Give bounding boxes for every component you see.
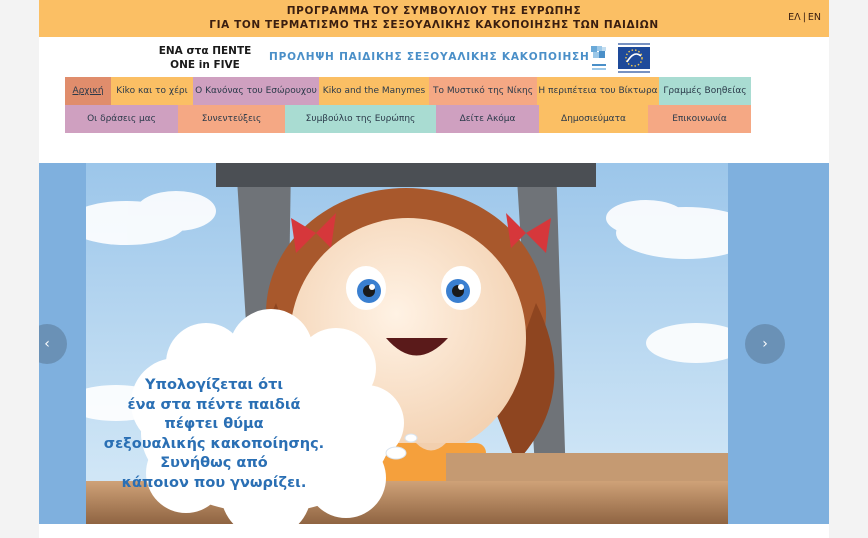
menu-item[interactable]: Αρχική bbox=[65, 77, 111, 105]
caption-line: Συνήθως από bbox=[160, 455, 268, 471]
top-banner: ΠΡΟΓΡΑΜΜΑ ΤΟΥ ΣΥΜΒΟΥΛΙΟΥ ΤΗΣ ΕΥΡΩΠΗΣ ΓΙΑ… bbox=[39, 0, 829, 37]
carousel-prev-button[interactable]: ‹ bbox=[39, 324, 67, 364]
lang-en-link[interactable]: EN bbox=[808, 12, 821, 23]
page: ΠΡΟΓΡΑΜΜΑ ΤΟΥ ΣΥΜΒΟΥΛΙΟΥ ΤΗΣ ΕΥΡΩΠΗΣ ΓΙΑ… bbox=[39, 0, 829, 538]
site-tagline: ΠΡΟΛΗΨΗ ΠΑΙΔΙΚΗΣ ΣΕΞΟΥΑΛΙΚΗΣ ΚΑΚΟΠΟΙΗΣΗΣ bbox=[269, 51, 598, 63]
menu-item[interactable]: Συνεντεύξεις bbox=[178, 105, 285, 133]
menu-item[interactable]: Kiko και το χέρι bbox=[111, 77, 193, 105]
menu-item[interactable]: Kiko and the Manymes bbox=[319, 77, 429, 105]
chevron-left-icon: ‹ bbox=[44, 336, 50, 352]
site-logo-text[interactable]: ΕΝΑ στα ΠΕΝΤΕ ONE in FIVE bbox=[155, 44, 255, 72]
lang-el-link[interactable]: ΕΛ bbox=[788, 12, 801, 23]
caption-line: κάποιον που γνωρίζει. bbox=[121, 474, 307, 491]
menu-item[interactable]: Οι δράσεις μας bbox=[65, 105, 178, 133]
chevron-right-icon: › bbox=[762, 336, 768, 352]
carousel-next-button[interactable]: › bbox=[745, 324, 785, 364]
council-of-europe-logo bbox=[614, 42, 654, 73]
menu-item[interactable]: Συμβούλιο της Ευρώπης bbox=[285, 105, 436, 133]
menu-item[interactable]: Δείτε Ακόμα bbox=[436, 105, 539, 133]
program-title-line2: ΓΙΑ ΤΟΝ ΤΕΡΜΑΤΙΣΜΟ ΤΗΣ ΣΕΞΟΥΑΛΙΚΗΣ ΚΑΚΟΠ… bbox=[209, 19, 659, 31]
menu-item[interactable]: Ο Κανόνας του Εσώρουχου bbox=[193, 77, 319, 105]
caption-line: πέφτει θύμα bbox=[164, 416, 264, 432]
one-in-five-campaign-logo bbox=[590, 45, 608, 70]
program-title-line1: ΠΡΟΓΡΑΜΜΑ ΤΟΥ ΣΥΜΒΟΥΛΙΟΥ ΤΗΣ ΕΥΡΩΠΗΣ bbox=[286, 5, 582, 17]
caption-line: Υπολογίζεται ότι bbox=[144, 377, 283, 393]
menu-item[interactable]: Γραμμές Βοηθείας bbox=[659, 77, 751, 105]
menu-item[interactable]: Δημοσιεύματα bbox=[539, 105, 648, 133]
hero-carousel: Υπολογίζεται ότι ένα στα πέντε παιδιά πέ… bbox=[39, 163, 829, 524]
menu-item[interactable]: Το Μυστικό της Νίκης bbox=[429, 77, 537, 105]
caption-line: σεξουαλικής κακοποίησης. bbox=[103, 435, 325, 452]
site-header: ΕΝΑ στα ΠΕΝΤΕ ONE in FIVE ΠΡΟΛΗΨΗ ΠΑΙΔΙΚ… bbox=[39, 37, 829, 77]
slide-caption: Υπολογίζεται ότι ένα στα πέντε παιδιά πέ… bbox=[99, 376, 329, 493]
brand-line1: ΕΝΑ στα ΠΕΝΤΕ bbox=[158, 45, 252, 57]
menu-item[interactable]: Επικοινωνία bbox=[648, 105, 751, 133]
menu-item[interactable]: Η περιπέτεια του Βίκτωρα bbox=[537, 77, 659, 105]
lang-separator: | bbox=[802, 12, 806, 23]
language-switcher: ΕΛ | EN bbox=[788, 12, 821, 23]
brand-line2: ONE in FIVE bbox=[170, 59, 240, 71]
caption-line: ένα στα πέντε παιδιά bbox=[127, 396, 301, 413]
